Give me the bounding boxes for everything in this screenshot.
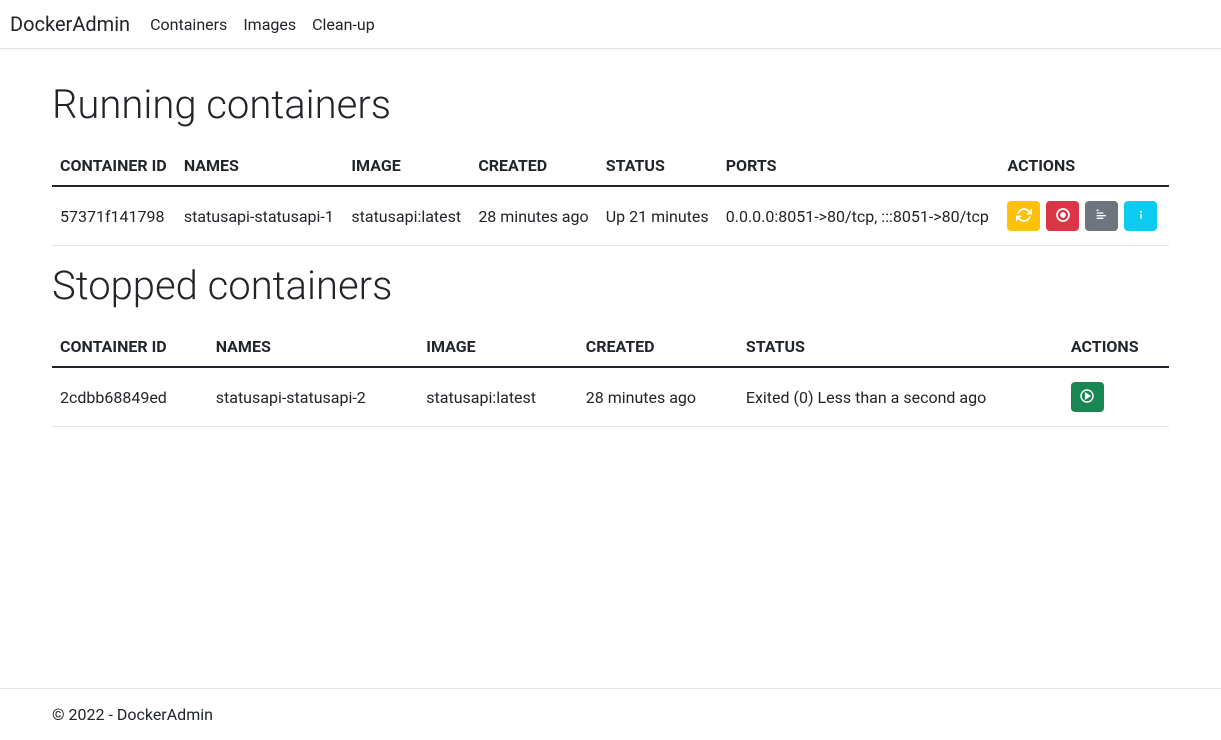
- table-row: 57371f141798 statusapi-statusapi-1 statu…: [52, 186, 1169, 246]
- running-title: Running containers: [52, 81, 1169, 128]
- cell-created: 28 minutes ago: [578, 367, 738, 427]
- col-id: CONTAINER ID: [52, 327, 208, 367]
- nav-images[interactable]: Images: [243, 15, 296, 34]
- main-content: Running containers CONTAINER ID NAMES IM…: [0, 49, 1221, 688]
- cell-id: 2cdbb68849ed: [52, 367, 208, 427]
- table-header-row: CONTAINER ID NAMES IMAGE CREATED STATUS …: [52, 146, 1169, 186]
- col-names: NAMES: [176, 146, 344, 186]
- cell-names: statusapi-statusapi-1: [176, 186, 344, 246]
- start-button[interactable]: [1071, 382, 1104, 412]
- restart-icon: [1016, 207, 1032, 226]
- cell-image: statusapi:latest: [418, 367, 577, 427]
- play-icon: [1079, 388, 1095, 407]
- info-icon: [1133, 207, 1149, 226]
- stopped-table: CONTAINER ID NAMES IMAGE CREATED STATUS …: [52, 327, 1169, 427]
- cell-names: statusapi-statusapi-2: [208, 367, 419, 427]
- col-ports: PORTS: [718, 146, 1000, 186]
- table-header-row: CONTAINER ID NAMES IMAGE CREATED STATUS …: [52, 327, 1169, 367]
- cell-ports: 0.0.0.0:8051->80/tcp, :::8051->80/tcp: [718, 186, 1000, 246]
- footer-text: © 2022 - DockerAdmin: [52, 705, 213, 724]
- col-image: IMAGE: [343, 146, 470, 186]
- main-nav: DockerAdmin Containers Images Clean-up: [0, 0, 1221, 48]
- table-row: 2cdbb68849ed statusapi-statusapi-2 statu…: [52, 367, 1169, 427]
- cell-actions: [1063, 367, 1169, 427]
- col-actions: ACTIONS: [999, 146, 1169, 186]
- col-status: STATUS: [738, 327, 1063, 367]
- col-created: CREATED: [470, 146, 597, 186]
- logs-icon: [1094, 207, 1110, 226]
- cell-image: statusapi:latest: [343, 186, 470, 246]
- cell-created: 28 minutes ago: [470, 186, 597, 246]
- cell-status: Up 21 minutes: [598, 186, 718, 246]
- col-image: IMAGE: [418, 327, 577, 367]
- cell-actions: [999, 186, 1169, 246]
- nav-cleanup[interactable]: Clean-up: [312, 15, 375, 34]
- cell-status: Exited (0) Less than a second ago: [738, 367, 1063, 427]
- stop-button[interactable]: [1046, 201, 1079, 231]
- info-button[interactable]: [1124, 201, 1157, 231]
- running-table: CONTAINER ID NAMES IMAGE CREATED STATUS …: [52, 146, 1169, 246]
- stopped-title: Stopped containers: [52, 262, 1169, 309]
- col-actions: ACTIONS: [1063, 327, 1169, 367]
- restart-button[interactable]: [1007, 201, 1040, 231]
- topbar: DockerAdmin Containers Images Clean-up: [0, 0, 1221, 49]
- col-id: CONTAINER ID: [52, 146, 176, 186]
- col-status: STATUS: [598, 146, 718, 186]
- brand-link[interactable]: DockerAdmin: [10, 12, 130, 36]
- col-created: CREATED: [578, 327, 738, 367]
- nav-containers[interactable]: Containers: [150, 15, 227, 34]
- logs-button[interactable]: [1085, 201, 1118, 231]
- cell-id: 57371f141798: [52, 186, 176, 246]
- col-names: NAMES: [208, 327, 419, 367]
- footer: © 2022 - DockerAdmin: [0, 688, 1221, 740]
- stop-icon: [1055, 207, 1071, 226]
